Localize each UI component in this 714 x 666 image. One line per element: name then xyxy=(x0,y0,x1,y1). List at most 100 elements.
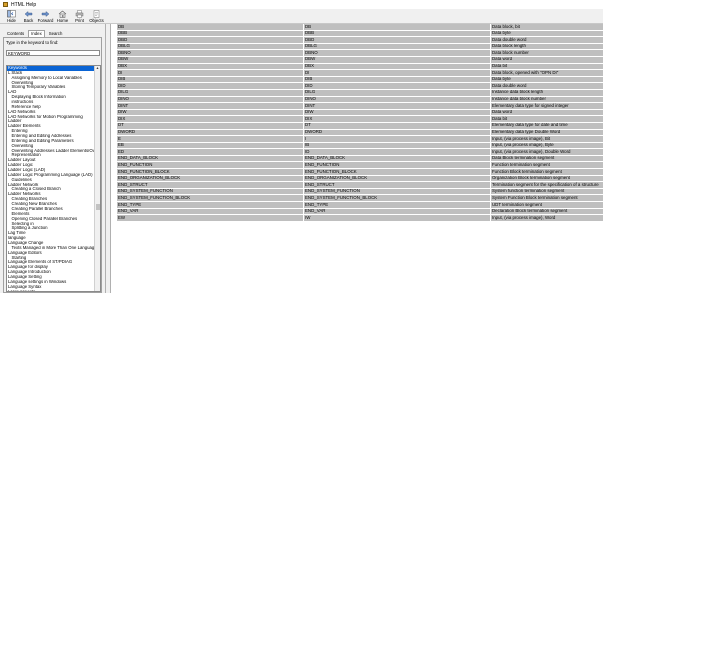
print-label: Print xyxy=(75,18,84,23)
description-cell: Data word xyxy=(491,109,603,116)
mnemonic-english-cell: DIB xyxy=(304,76,491,83)
table-row: END_FUNCTION END_FUNCTION Function termina… xyxy=(117,162,603,170)
description-cell: System Function Block termination segmen… xyxy=(491,195,603,202)
mnemonic-english-cell: END_STRUCT xyxy=(304,182,491,188)
mnemonic-english-cell: END_TYPE xyxy=(304,202,491,208)
table-row: DBX DBX Data bit xyxy=(117,63,603,71)
home-label: Home xyxy=(56,18,69,23)
table-row: ED ID Input, (via process image), Double W… xyxy=(117,149,603,156)
forward-button[interactable]: Forward xyxy=(37,9,54,23)
keyword-list-item[interactable]: Large projects xyxy=(7,290,96,291)
description-cell: Function Block termination segment xyxy=(491,169,603,175)
table-row: E I Input, (via process image), Bit xyxy=(117,136,603,143)
description-cell: System function termination segment xyxy=(491,188,603,195)
mnemonic-german-cell: END_FUNCTION_BLOCK xyxy=(117,169,304,175)
window-title: HTML Help xyxy=(11,1,37,8)
table-row: DT DT Elementary data type for date and ti… xyxy=(117,122,603,130)
mnemonic-english-cell: DBD xyxy=(304,37,491,43)
keyword-input[interactable] xyxy=(6,50,100,56)
description-cell: Input, (via process image), Double Word xyxy=(491,149,603,155)
description-cell: Input, (via process image), Byte xyxy=(491,142,603,149)
mnemonic-german-cell: END_SYSTEM_FUNCTION xyxy=(117,188,304,195)
mnemonic-german-cell: DB xyxy=(117,24,304,30)
index-tab-panel: Type in the keyword to find: KeywordsL S… xyxy=(3,37,102,293)
navigation-pane: Contents Index Search Type in the keywor… xyxy=(0,24,105,293)
mnemonic-english-cell: END_FUNCTION xyxy=(304,162,491,169)
description-cell: Data bit xyxy=(491,63,603,70)
mnemonic-german-cell: DID xyxy=(117,83,304,89)
table-row: DIX DIX Data bit xyxy=(117,116,603,123)
mnemonic-english-cell: END_DATA_BLOCK xyxy=(304,155,491,162)
mnemonic-german-cell: EB xyxy=(117,142,304,149)
mnemonic-english-cell: DID xyxy=(304,83,491,89)
mnemonic-german-cell: END_STRUCT xyxy=(117,182,304,188)
description-cell: Organization Block termination segment xyxy=(491,175,603,182)
table-row: END_STRUCT END_STRUCT Termination segment … xyxy=(117,182,603,189)
table-row: END_SYSTEM_FUNCTION_BLOCK END_SYSTEM_FUNC… xyxy=(117,195,603,203)
table-row: DBD DBD Data double word xyxy=(117,37,603,44)
title-bar: HTML Help xyxy=(0,0,603,9)
description-cell: Instance data block number xyxy=(491,96,603,103)
table-row: EB IB Input, (via process image), Byte xyxy=(117,142,603,150)
help-app-icon xyxy=(3,2,8,7)
table-row: END_FUNCTION_BLOCK END_FUNCTION_BLOCK Func… xyxy=(117,169,603,176)
description-cell: Instance data block length xyxy=(491,89,603,96)
mnemonic-german-cell: EW xyxy=(117,215,304,221)
topic-content: DB DB Data block, bit DBB DBB Data byte DBD DBD… xyxy=(111,24,603,293)
mnemonic-german-cell: END_VAR xyxy=(117,208,304,215)
mnemonic-german-cell: DIX xyxy=(117,116,304,122)
mnemonic-english-cell: DBX xyxy=(304,63,491,70)
table-row: DBB DBB Data byte xyxy=(117,30,603,38)
table-row: EW IW Input, (via process image), Word xyxy=(117,215,603,222)
description-cell: Termination segment for the specificatio… xyxy=(491,182,603,188)
mnemonic-german-cell: END_FUNCTION xyxy=(117,162,304,169)
mnemonic-english-cell: DT xyxy=(304,122,491,129)
mnemonic-german-cell: END_SYSTEM_FUNCTION_BLOCK xyxy=(117,195,304,202)
description-cell: Elementary data type for date and time xyxy=(491,122,603,129)
description-cell: Data bit xyxy=(491,116,603,122)
print-button[interactable]: Print xyxy=(71,9,88,23)
objects-button[interactable]: Objects xyxy=(88,9,105,23)
mnemonic-german-cell: DBNO xyxy=(117,50,304,56)
mnemonic-german-cell: DINO xyxy=(117,96,304,103)
keyword-list-items: Keywords L Stack Assigning Memory to Local… xyxy=(7,66,96,291)
help-window: HTML Help Hide Back Forward Home Print O… xyxy=(0,0,603,293)
back-label: Back xyxy=(23,18,34,23)
mnemonic-german-cell: DBLG xyxy=(117,43,304,50)
mnemonic-english-cell: DBNO xyxy=(304,50,491,56)
mnemonic-english-cell: DBW xyxy=(304,56,491,63)
table-row: DI DI Data block, opened with "OPN DI" xyxy=(117,70,603,77)
hide-icon xyxy=(7,10,16,18)
keyword-list-scrollbar[interactable]: ▲ xyxy=(94,66,100,291)
keyword-list[interactable]: Keywords L Stack Assigning Memory to Local… xyxy=(6,65,101,292)
mnemonic-german-cell: END_DATA_BLOCK xyxy=(117,155,304,162)
table-row: DWORD DWORD Elementary data type Double Wo… xyxy=(117,129,603,137)
description-cell: Elementary data type Double Word xyxy=(491,129,603,136)
table-row: END_SYSTEM_FUNCTION END_SYSTEM_FUNCTION Sy… xyxy=(117,188,603,196)
description-cell: Data byte xyxy=(491,76,603,83)
description-cell: Elementary data type for signed integer xyxy=(491,103,603,109)
navigation-tabs: Contents Index Search xyxy=(4,30,66,38)
mnemonic-english-cell: END_FUNCTION_BLOCK xyxy=(304,169,491,175)
hide-label: Hide xyxy=(7,18,16,23)
scrollbar-thumb[interactable] xyxy=(95,204,100,210)
mnemonic-english-cell: I xyxy=(304,136,491,142)
mnemonic-german-cell: DIB xyxy=(117,76,304,83)
mnemonic-english-cell: DI xyxy=(304,70,491,76)
mnemonic-german-cell: DWORD xyxy=(117,129,304,136)
table-row: DBLG DBLG Data block length xyxy=(117,43,603,51)
back-button[interactable]: Back xyxy=(20,9,37,23)
home-button[interactable]: Home xyxy=(54,9,71,23)
mnemonic-english-cell: DILG xyxy=(304,89,491,96)
description-cell: Data Block termination segment xyxy=(491,155,603,162)
description-cell: Data byte xyxy=(491,30,603,37)
mnemonic-english-cell: END_VAR xyxy=(304,208,491,215)
scroll-up-icon[interactable]: ▲ xyxy=(95,66,100,71)
objects-label: Objects xyxy=(89,18,104,23)
mnemonic-english-cell: IW xyxy=(304,215,491,221)
hide-button[interactable]: Hide xyxy=(3,9,20,23)
table-row: DID DID Data double word xyxy=(117,83,603,90)
keyword-prompt: Type in the keyword to find: xyxy=(6,40,59,45)
mnemonic-german-cell: DBB xyxy=(117,30,304,37)
mnemonic-german-cell: END_ORGANIZATION_BLOCK xyxy=(117,175,304,182)
